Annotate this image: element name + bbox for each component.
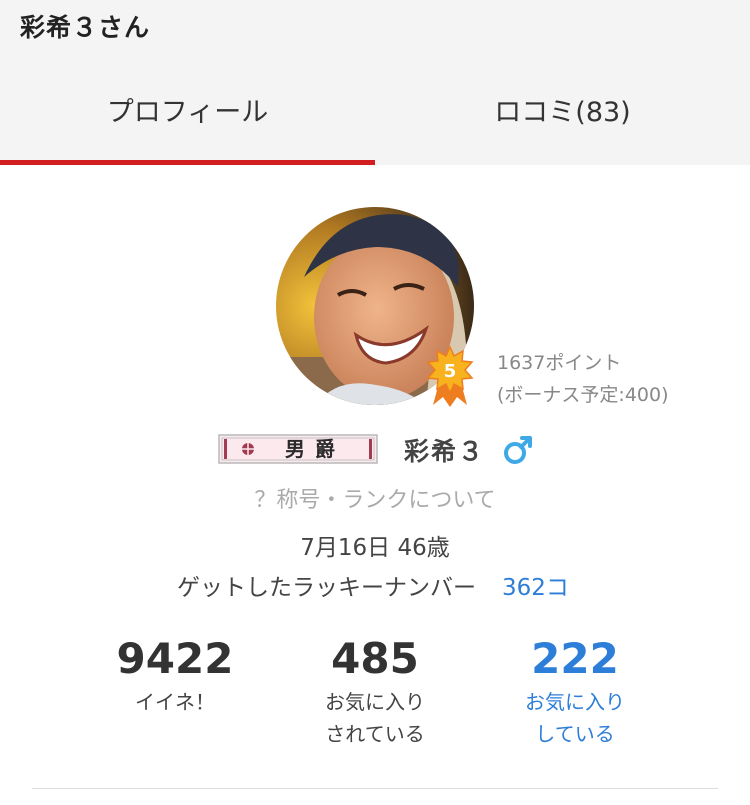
stat-favorited-by-value: 485 <box>331 634 419 683</box>
stat-favorited-by-label-1: お気に入り <box>325 690 425 714</box>
stat-favoriting-label-2[interactable]: している <box>475 718 675 750</box>
title-badge: 男爵 <box>218 434 378 464</box>
stat-favorited-by-label-2: されている <box>325 722 425 746</box>
tab-profile[interactable]: プロフィール <box>0 90 375 136</box>
username: 彩希３ <box>404 437 486 466</box>
stat-favoriting-value[interactable]: 222 <box>475 632 675 686</box>
points-block: 1637ポイント (ボーナス予定:400) <box>497 347 669 411</box>
rank-level: 5 <box>444 361 457 382</box>
header-bar: 彩希３さん プロフィール ロコミ(83) <box>0 0 750 165</box>
title-rank-help-link[interactable]: ？称号・ランクについて <box>0 482 750 514</box>
bonus-value: (ボーナス予定:400) <box>497 384 669 406</box>
stat-favoriting-label-1[interactable]: お気に入り <box>475 686 675 718</box>
rank-star-icon: 5 <box>426 345 474 407</box>
stat-likes-label: イイネ！ <box>135 690 215 714</box>
stat-favorited-by: 485 お気に入り されている <box>275 632 475 750</box>
tab-reviews[interactable]: ロコミ(83) <box>375 90 750 136</box>
male-symbol-icon <box>502 434 534 466</box>
stat-likes: 9422 イイネ！ <box>75 632 275 718</box>
crest-icon <box>242 443 254 455</box>
stat-likes-value: 9422 <box>116 634 234 683</box>
title-badge-text: 男爵 <box>285 437 345 461</box>
points-value: 1637ポイント <box>497 352 622 374</box>
stat-favoriting[interactable]: 222 お気に入り している <box>475 632 675 750</box>
rank-badge: 5 <box>425 345 475 407</box>
page-title: 彩希３さん <box>20 13 151 42</box>
active-tab-indicator <box>0 160 375 165</box>
lucky-number-label: ゲットしたラッキーナンバー <box>177 575 476 601</box>
lucky-number-value[interactable]: 362コ <box>502 568 569 602</box>
divider <box>32 788 718 789</box>
birthday-age: 7月16日 46歳 <box>300 535 450 561</box>
